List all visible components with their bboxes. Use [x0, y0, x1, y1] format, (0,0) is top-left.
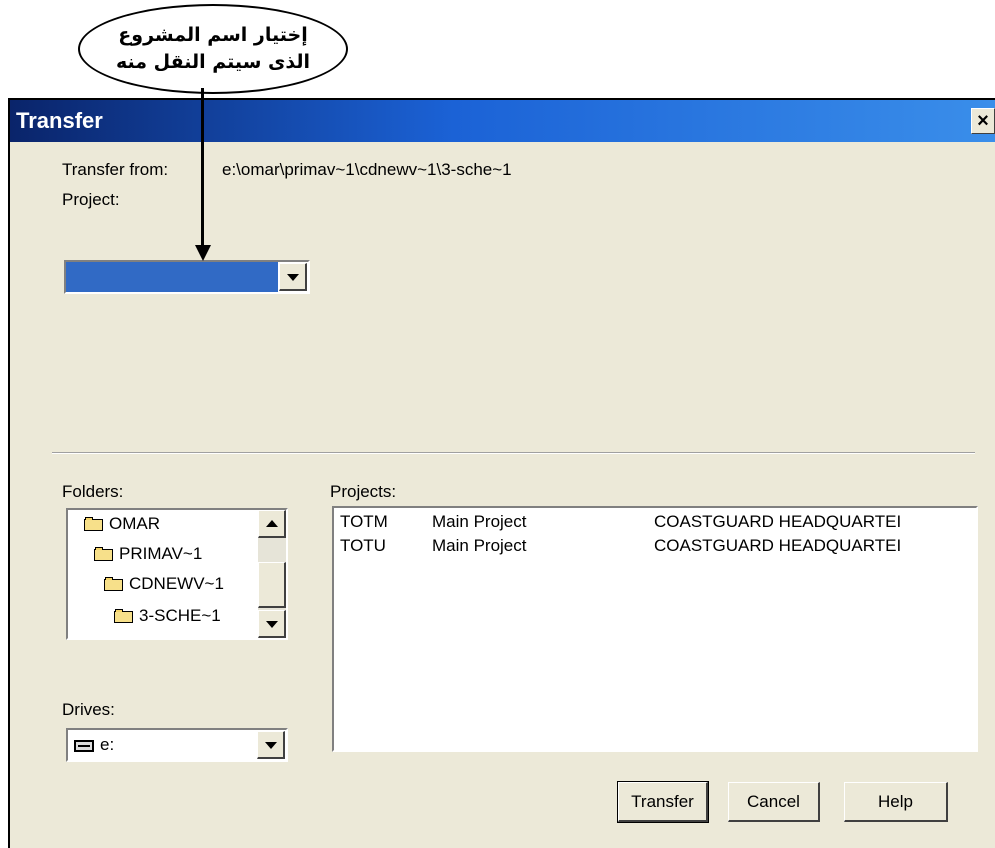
close-button[interactable]: × — [971, 108, 995, 134]
transfer-button[interactable]: Transfer — [617, 781, 709, 823]
folder-name: PRIMAV~1 — [119, 544, 203, 563]
project-code: TOTU — [340, 536, 386, 555]
transfer-dialog: Transfer × Transfer from: e:\omar\primav… — [8, 98, 995, 848]
folder-name: CDNEWV~1 — [129, 574, 224, 593]
open-folder-icon — [114, 609, 134, 623]
project-label: Project: — [62, 190, 120, 209]
chevron-down-icon — [265, 620, 278, 628]
project-type: Main Project — [432, 536, 527, 555]
scroll-up-button[interactable] — [258, 510, 286, 538]
folder-name: 3-SCHE~1 — [139, 606, 221, 625]
chevron-down-icon — [286, 273, 299, 281]
dialog-titlebar[interactable]: Transfer × — [10, 100, 995, 142]
chevron-up-icon — [265, 519, 278, 527]
project-dropdown-button[interactable] — [279, 263, 307, 291]
callout-arrow-head-icon — [195, 245, 211, 261]
project-code: TOTM — [340, 512, 388, 531]
projects-list[interactable]: TOTM Main Project COASTGUARD HEADQUARTEI… — [332, 506, 978, 752]
drives-label: Drives: — [62, 700, 115, 719]
annotation-callout: إختيار اسم المشروع الذى سيتم النقل منه — [78, 4, 348, 94]
open-folder-icon — [84, 517, 104, 531]
callout-line-1: إختيار اسم المشروع — [118, 24, 308, 46]
scroll-thumb[interactable] — [258, 562, 286, 608]
drive-combo[interactable]: e: — [66, 728, 288, 762]
project-combo[interactable] — [64, 260, 310, 294]
folders-list[interactable]: OMAR PRIMAV~1 CDNEWV~1 3-SCHE~1 — [66, 508, 288, 640]
project-combo-selected — [66, 262, 278, 292]
section-divider — [52, 452, 975, 454]
projects-label: Projects: — [330, 482, 397, 501]
help-button[interactable]: Help — [844, 782, 948, 822]
folder-item[interactable]: CDNEWV~1 — [104, 574, 224, 594]
project-name: COASTGUARD HEADQUARTEI — [654, 536, 902, 555]
dialog-title: Transfer — [16, 108, 103, 133]
project-name: COASTGUARD HEADQUARTEI — [654, 512, 902, 531]
chevron-down-icon — [264, 741, 277, 749]
open-folder-icon — [104, 577, 124, 591]
callout-arrow-line — [201, 88, 204, 248]
folder-item[interactable]: 3-SCHE~1 — [114, 606, 221, 626]
scroll-down-button[interactable] — [258, 610, 286, 638]
folder-item[interactable]: OMAR — [84, 514, 160, 534]
open-folder-icon — [94, 547, 114, 561]
cancel-button[interactable]: Cancel — [728, 782, 820, 822]
drive-icon — [74, 739, 94, 752]
folders-scrollbar[interactable] — [258, 510, 286, 638]
transfer-from-label: Transfer from: — [62, 160, 169, 179]
transfer-from-path: e:\omar\primav~1\cdnewv~1\3-sche~1 — [222, 160, 512, 179]
folders-label: Folders: — [62, 482, 124, 501]
drive-combo-value: e: — [68, 730, 256, 760]
drive-dropdown-button[interactable] — [257, 731, 285, 759]
folder-item[interactable]: PRIMAV~1 — [94, 544, 202, 564]
folder-name: OMAR — [109, 514, 160, 533]
callout-line-2: الذى سيتم النقل منه — [115, 51, 311, 73]
drive-text: e: — [100, 735, 115, 754]
project-type: Main Project — [432, 512, 527, 531]
